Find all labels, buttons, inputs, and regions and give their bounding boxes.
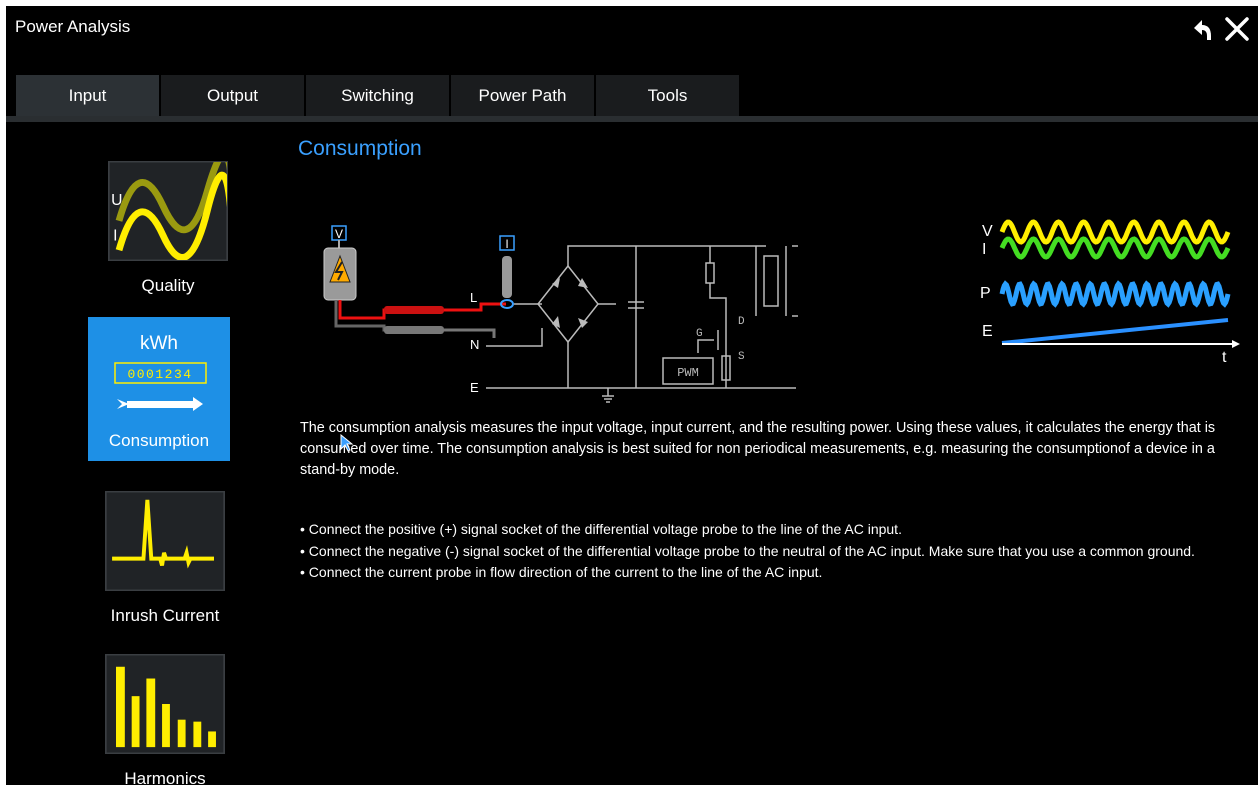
tab-bar: Input Output Switching Power Path Tools bbox=[16, 75, 739, 116]
sidebar-item-inrush-current[interactable]: Inrush Current bbox=[85, 491, 245, 626]
tab-power-path[interactable]: Power Path bbox=[451, 75, 594, 116]
meter-digits: 0001234 bbox=[127, 367, 192, 382]
line-label: L bbox=[470, 290, 477, 305]
probe-i-label: I bbox=[505, 237, 508, 251]
wave-v-label: V bbox=[982, 223, 993, 240]
earth-label: E bbox=[470, 380, 479, 395]
quality-i-label: I bbox=[113, 227, 117, 244]
sidebar-item-label: Quality bbox=[141, 276, 195, 295]
tab-tools[interactable]: Tools bbox=[596, 75, 739, 116]
drain-label: D bbox=[738, 316, 745, 328]
sidebar-item-label: Consumption bbox=[108, 431, 210, 450]
energy-meter-icon: kWh 0001234 bbox=[114, 333, 207, 411]
list-item: • Connect the positive (+) signal socket… bbox=[300, 521, 902, 537]
meter-unit: kWh bbox=[140, 333, 178, 354]
wave-i-label: I bbox=[982, 241, 986, 258]
sidebar-item-quality[interactable]: U I Quality bbox=[88, 151, 248, 296]
consumption-circuit-diagram: V I L N E PWM G D S bbox=[323, 225, 798, 403]
mouse-cursor-icon bbox=[340, 434, 354, 452]
window-title: Power Analysis bbox=[15, 17, 131, 36]
wave-p-label: P bbox=[980, 285, 991, 302]
gate-label: G bbox=[696, 328, 703, 340]
probe-v-label: V bbox=[335, 227, 343, 241]
description-text: The consumption analysis measures the in… bbox=[300, 420, 1216, 478]
tab-underline bbox=[6, 116, 1258, 122]
list-item: • Connect the current probe in flow dire… bbox=[300, 564, 823, 580]
wave-t-label: t bbox=[1222, 349, 1227, 362]
consumption-waveform-graphic: V I P E t bbox=[980, 219, 1240, 362]
time-axis-arrow bbox=[1232, 340, 1240, 348]
title-toolbar bbox=[1186, 14, 1252, 44]
close-icon[interactable] bbox=[1222, 14, 1252, 44]
wave-e-label: E bbox=[982, 323, 993, 340]
power-analysis-window: Power Analysis Input Output Switching Po… bbox=[6, 6, 1258, 785]
tab-input[interactable]: Input bbox=[16, 75, 159, 116]
pwm-label: PWM bbox=[677, 366, 699, 380]
page-title: Consumption bbox=[298, 137, 422, 160]
inrush-spike-icon bbox=[105, 491, 225, 591]
sidebar-item-harmonics[interactable]: Harmonics bbox=[85, 654, 245, 785]
power-wave bbox=[999, 280, 1231, 308]
harmonics-bars-icon bbox=[105, 654, 225, 754]
tab-output[interactable]: Output bbox=[161, 75, 304, 116]
neutral-label: N bbox=[470, 337, 479, 352]
energy-ramp bbox=[1001, 318, 1229, 345]
source-label: S bbox=[738, 351, 745, 363]
sidebar-item-label: Inrush Current bbox=[110, 606, 220, 625]
undo-arrow-icon[interactable] bbox=[1186, 14, 1216, 44]
tab-switching[interactable]: Switching bbox=[306, 75, 449, 116]
sidebar-item-consumption[interactable]: kWh 0001234 Consumption bbox=[88, 317, 230, 461]
sine-wave-icon: U I bbox=[108, 151, 236, 261]
quality-u-label: U bbox=[111, 192, 122, 209]
list-item: • Connect the negative (-) signal socket… bbox=[300, 542, 1195, 559]
sidebar-item-label: Harmonics bbox=[124, 769, 206, 785]
instruction-list: • Connect the positive (+) signal socket… bbox=[300, 519, 1245, 584]
